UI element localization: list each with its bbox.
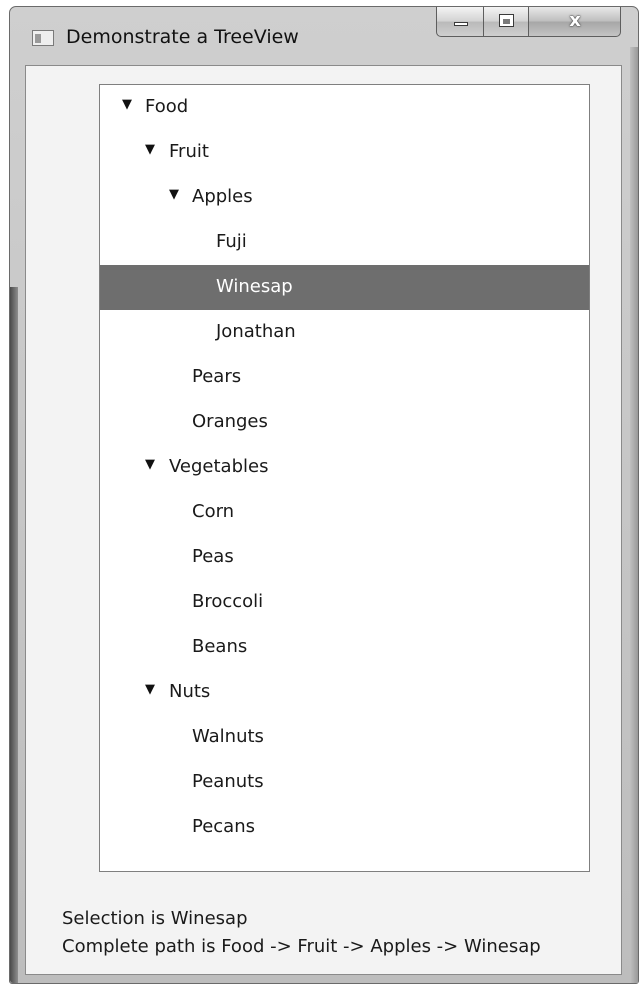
tree-item-label: Oranges [192, 411, 268, 432]
close-button[interactable]: x [529, 7, 621, 37]
tree-item-nuts[interactable]: ▼ Nuts [100, 670, 589, 715]
tree-item-peas[interactable]: Peas [100, 535, 589, 580]
tree-item-winesap[interactable]: Winesap [100, 265, 589, 310]
tree-item-label: Peanuts [192, 771, 264, 792]
window-title: Demonstrate a TreeView [66, 26, 299, 48]
tree-item-label: Beans [192, 636, 248, 657]
expand-arrow-icon[interactable]: ▼ [145, 682, 155, 697]
tree-item-vegetables[interactable]: ▼ Vegetables [100, 445, 589, 490]
expand-arrow-icon[interactable]: ▼ [145, 457, 155, 472]
expand-arrow-icon[interactable]: ▼ [169, 187, 179, 202]
minimize-icon [454, 22, 468, 26]
tree-item-peanuts[interactable]: Peanuts [100, 760, 589, 805]
tree-item-apples[interactable]: ▼ Apples [100, 175, 589, 220]
tree-item-fuji[interactable]: Fuji [100, 220, 589, 265]
title-bar[interactable]: Demonstrate a TreeView x [10, 7, 638, 65]
selection-status: Selection is Winesap [62, 908, 248, 929]
tree-item-label: Nuts [169, 681, 211, 702]
tree-item-pecans[interactable]: Pecans [100, 805, 589, 850]
tree-item-broccoli[interactable]: Broccoli [100, 580, 589, 625]
tree-item-label: Walnuts [192, 726, 264, 747]
app-window-icon[interactable] [32, 30, 54, 46]
maximize-button[interactable] [484, 7, 529, 37]
tree-item-label: Peas [192, 546, 234, 567]
tree-item-label: Apples [192, 186, 253, 207]
app-window: Demonstrate a TreeView x ▼ Food ▼ Fruit ▼ App… [9, 6, 639, 984]
window-frame-edge [630, 47, 638, 983]
tree-item-label: Pears [192, 366, 242, 387]
maximize-icon [499, 14, 514, 27]
tree-item-label: Fruit [169, 141, 209, 162]
close-icon: x [569, 10, 581, 31]
tree-item-label: Fuji [216, 231, 247, 252]
tree-item-label: Pecans [192, 816, 255, 837]
tree-item-pears[interactable]: Pears [100, 355, 589, 400]
tree-item-corn[interactable]: Corn [100, 490, 589, 535]
tree-item-fruit[interactable]: ▼ Fruit [100, 130, 589, 175]
tree-item-label: Winesap [216, 276, 293, 297]
path-status: Complete path is Food -> Fruit -> Apples… [62, 936, 541, 957]
tree-item-label: Vegetables [169, 456, 269, 477]
minimize-button[interactable] [436, 7, 484, 37]
expand-arrow-icon[interactable]: ▼ [145, 142, 155, 157]
client-area: ▼ Food ▼ Fruit ▼ Apples Fuji Winesap Jonathan Pea… [25, 65, 622, 975]
caption-buttons: x [436, 7, 621, 37]
tree-item-walnuts[interactable]: Walnuts [100, 715, 589, 760]
tree-item-food[interactable]: ▼ Food [100, 85, 589, 130]
expand-arrow-icon[interactable]: ▼ [122, 97, 132, 112]
tree-view[interactable]: ▼ Food ▼ Fruit ▼ Apples Fuji Winesap Jonathan Pea… [99, 84, 590, 872]
window-frame-shadow [10, 287, 18, 983]
tree-item-label: Corn [192, 501, 235, 522]
tree-item-beans[interactable]: Beans [100, 625, 589, 670]
tree-item-label: Jonathan [216, 321, 296, 342]
tree-item-jonathan[interactable]: Jonathan [100, 310, 589, 355]
tree-item-label: Broccoli [192, 591, 264, 612]
tree-item-oranges[interactable]: Oranges [100, 400, 589, 445]
tree-item-label: Food [145, 96, 189, 117]
